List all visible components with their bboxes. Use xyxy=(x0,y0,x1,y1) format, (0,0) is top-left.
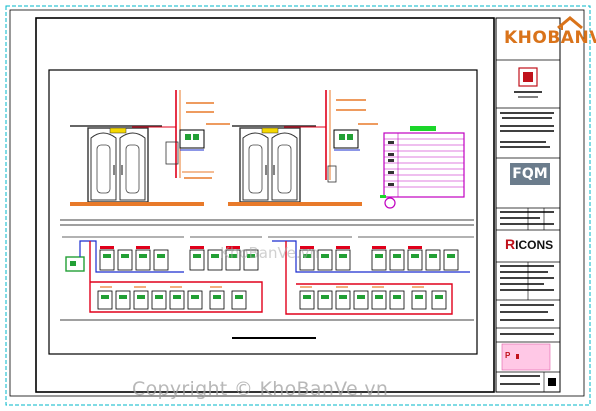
title-block xyxy=(495,17,561,393)
khobanve-logo-text: KHOBANVE xyxy=(504,28,596,48)
door-elevation-1 xyxy=(70,90,230,206)
section-dividers xyxy=(60,219,474,339)
ricons-logo-text: ICONS xyxy=(515,238,554,252)
ricons-logo: RICONS xyxy=(505,236,553,252)
ricons-logo-r: R xyxy=(505,236,516,252)
watermark-text: KhoBanVe.vn xyxy=(220,244,319,262)
khobanve-logo: KHOBANVE xyxy=(500,14,596,56)
door-elevation-2 xyxy=(228,90,378,206)
legend-table xyxy=(380,126,465,209)
fqm-logo: FQM xyxy=(510,163,550,185)
plan-label: P xyxy=(505,351,511,360)
copyright-text: Copyright © KhoBanVe.vn xyxy=(132,378,389,400)
drawing-sheet xyxy=(5,5,591,406)
